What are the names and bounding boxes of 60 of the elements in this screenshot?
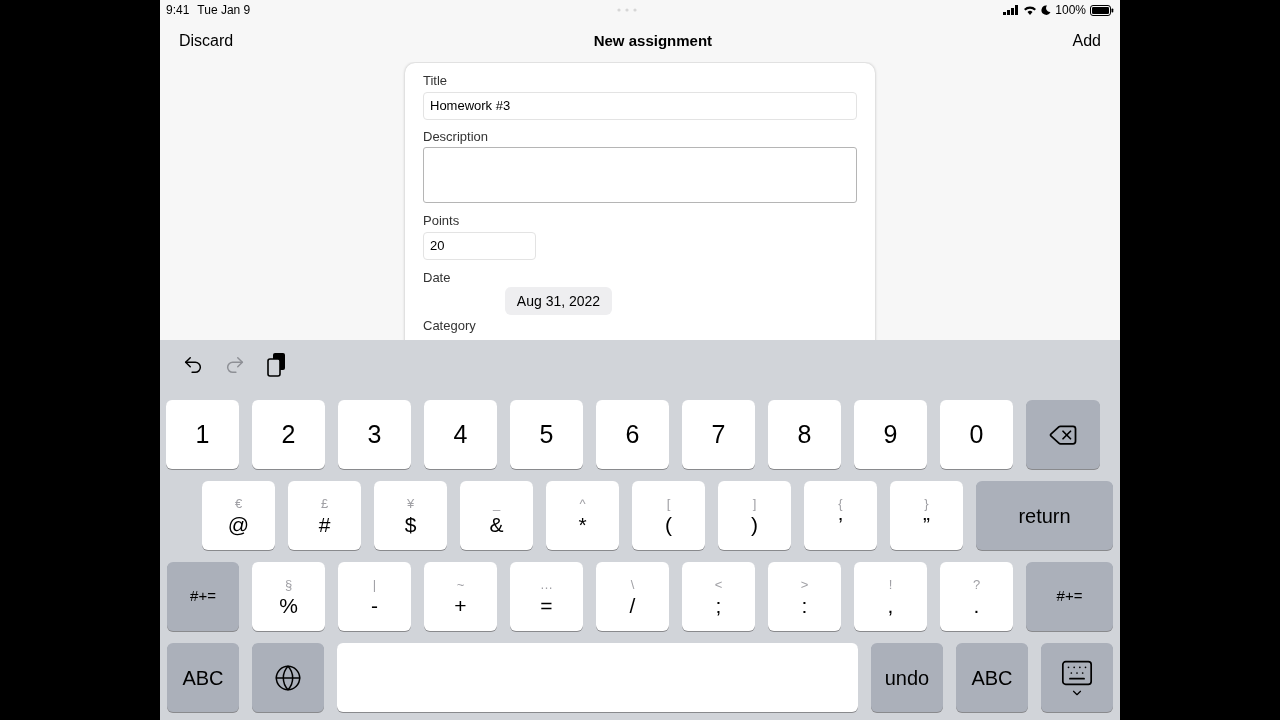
add-button[interactable]: Add — [1072, 29, 1101, 53]
wifi-icon — [1023, 5, 1038, 15]
key[interactable]: € @ — [202, 481, 275, 550]
key[interactable]: ~ + — [424, 562, 497, 631]
battery-percent: 100% — [1055, 2, 1086, 19]
key[interactable]: ? . — [940, 562, 1013, 631]
key[interactable]: 9 — [854, 400, 927, 469]
return-key[interactable]: return — [976, 481, 1113, 550]
key[interactable]: 4 — [424, 400, 497, 469]
key[interactable]: ¥ $ — [374, 481, 447, 550]
points-field[interactable]: 20 — [423, 231, 536, 260]
screen-title: New assignment — [592, 30, 714, 51]
key[interactable]: 8 — [768, 400, 841, 469]
field-label: Points — [423, 212, 461, 230]
globe-icon — [274, 663, 302, 692]
key[interactable]: 2 — [252, 400, 325, 469]
date-picker-button[interactable]: Aug 31, 2022 — [505, 287, 612, 315]
delete-key[interactable] — [1026, 400, 1100, 469]
key[interactable]: < ; — [682, 562, 755, 631]
key[interactable]: § % — [252, 562, 325, 631]
status-time: 9:41 — [166, 2, 190, 19]
key[interactable]: undo — [871, 643, 943, 712]
key[interactable]: _ & — [460, 481, 533, 550]
paste-icon — [266, 352, 288, 378]
signal-icon — [1003, 5, 1020, 15]
key[interactable]: 0 — [940, 400, 1013, 469]
key[interactable]: } ” — [890, 481, 963, 550]
key[interactable]: ABC — [956, 643, 1028, 712]
discard-button[interactable]: Discard — [179, 29, 234, 53]
key[interactable]: ^ * — [546, 481, 619, 550]
key[interactable]: 3 — [338, 400, 411, 469]
key[interactable]: ] ) — [718, 481, 791, 550]
dismiss-keyboard-key[interactable] — [1041, 643, 1113, 712]
field-label: Title — [423, 72, 449, 90]
key[interactable]: 6 — [596, 400, 669, 469]
key[interactable]: ABC — [167, 643, 239, 712]
field-label: Description — [423, 127, 490, 146]
description-field[interactable] — [423, 147, 857, 203]
status-date: Tue Jan 9 — [197, 2, 251, 19]
battery-icon — [1090, 4, 1114, 16]
key[interactable]: £ # — [288, 481, 361, 550]
field-label: Date — [423, 268, 452, 287]
undo-icon — [182, 354, 204, 376]
key[interactable]: [ ( — [632, 481, 705, 550]
moon-icon — [1041, 5, 1052, 15]
key[interactable]: | - — [338, 562, 411, 631]
redo-icon — [224, 354, 246, 376]
key[interactable]: > : — [768, 562, 841, 631]
key[interactable]: … = — [510, 562, 583, 631]
title-field[interactable]: Homework #3 — [423, 91, 857, 120]
key[interactable]: #+= — [167, 562, 239, 631]
key[interactable]: ! , — [854, 562, 927, 631]
key[interactable]: #+= — [1026, 562, 1113, 631]
key[interactable]: 1 — [166, 400, 239, 469]
field-label: Category — [423, 318, 477, 333]
key[interactable]: 7 — [682, 400, 755, 469]
key[interactable]: { ’ — [804, 481, 877, 550]
globe-key[interactable] — [252, 643, 324, 712]
key[interactable]: 5 — [510, 400, 583, 469]
key[interactable]: \ / — [596, 562, 669, 631]
